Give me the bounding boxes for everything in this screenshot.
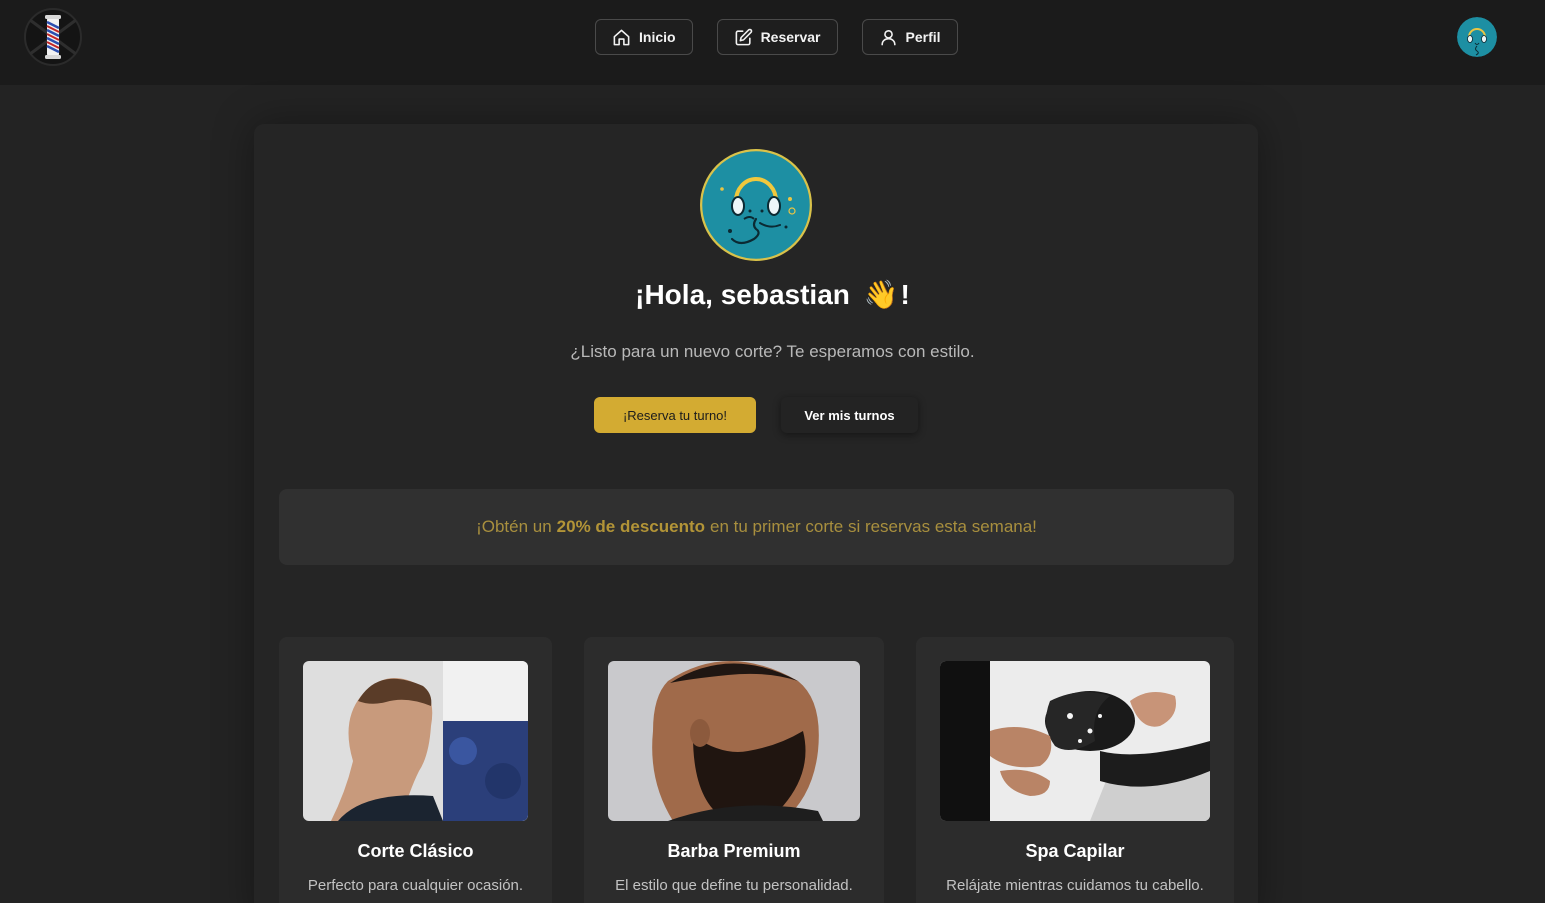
top-navbar: Inicio Reservar Perfil — [0, 0, 1545, 85]
service-card-corte-clasico[interactable]: Corte Clásico Perfecto para cualquier oc… — [279, 637, 552, 903]
waving-hand-icon: 👋 — [863, 279, 899, 310]
home-icon — [613, 29, 630, 45]
hero-subtitle: ¿Listo para un nuevo corte? Te esperamos… — [570, 342, 975, 361]
promo-discount-highlight: 20% de descuento — [556, 517, 705, 536]
service-title: Barba Premium — [667, 841, 801, 861]
service-title: Corte Clásico — [357, 841, 474, 861]
nav-perfil-button[interactable]: Perfil — [861, 19, 958, 55]
user-avatar-button[interactable] — [1457, 17, 1497, 57]
view-appointments-button[interactable]: Ver mis turnos — [781, 397, 918, 433]
service-image-haircut — [303, 661, 528, 821]
profile-avatar — [700, 149, 812, 261]
service-description: El estilo que define tu personalidad. — [615, 877, 853, 894]
greeting-exclamation: ! — [900, 279, 910, 310]
service-card-spa-capilar[interactable]: Spa Capilar Relájate mientras cuidamos t… — [916, 637, 1234, 903]
promo-text-after: en tu primer corte si reservas esta sema… — [710, 517, 1037, 536]
nav-reservar-button[interactable]: Reservar — [716, 19, 838, 55]
promo-banner: ¡Obtén un 20% de descuento en tu primer … — [279, 489, 1234, 565]
greeting-text: ¡Hola, sebastian — [635, 279, 850, 310]
service-description: Perfecto para cualquier ocasión. — [307, 877, 524, 894]
barber-pole-logo[interactable] — [22, 6, 84, 68]
edit-icon — [735, 28, 752, 45]
book-appointment-button[interactable]: ¡Reserva tu turno! — [594, 397, 756, 433]
service-card-barba-premium[interactable]: Barba Premium El estilo que define tu pe… — [584, 637, 884, 903]
nav-reservar-label: Reservar — [760, 29, 821, 45]
nav-inicio-label: Inicio — [639, 29, 676, 45]
service-title: Spa Capilar — [1025, 841, 1125, 861]
user-icon — [880, 29, 896, 45]
service-image-beard — [608, 661, 860, 821]
service-image-spa — [940, 661, 1210, 821]
greeting-heading: ¡Hola, sebastian 👋! — [0, 278, 1545, 311]
main-nav: Inicio Reservar Perfil — [595, 19, 958, 55]
service-description: Relájate mientras cuidamos tu cabello. — [946, 877, 1204, 894]
promo-text-before: ¡Obtén un — [476, 517, 552, 536]
nav-perfil-label: Perfil — [905, 29, 941, 45]
nav-inicio-button[interactable]: Inicio — [595, 19, 693, 55]
